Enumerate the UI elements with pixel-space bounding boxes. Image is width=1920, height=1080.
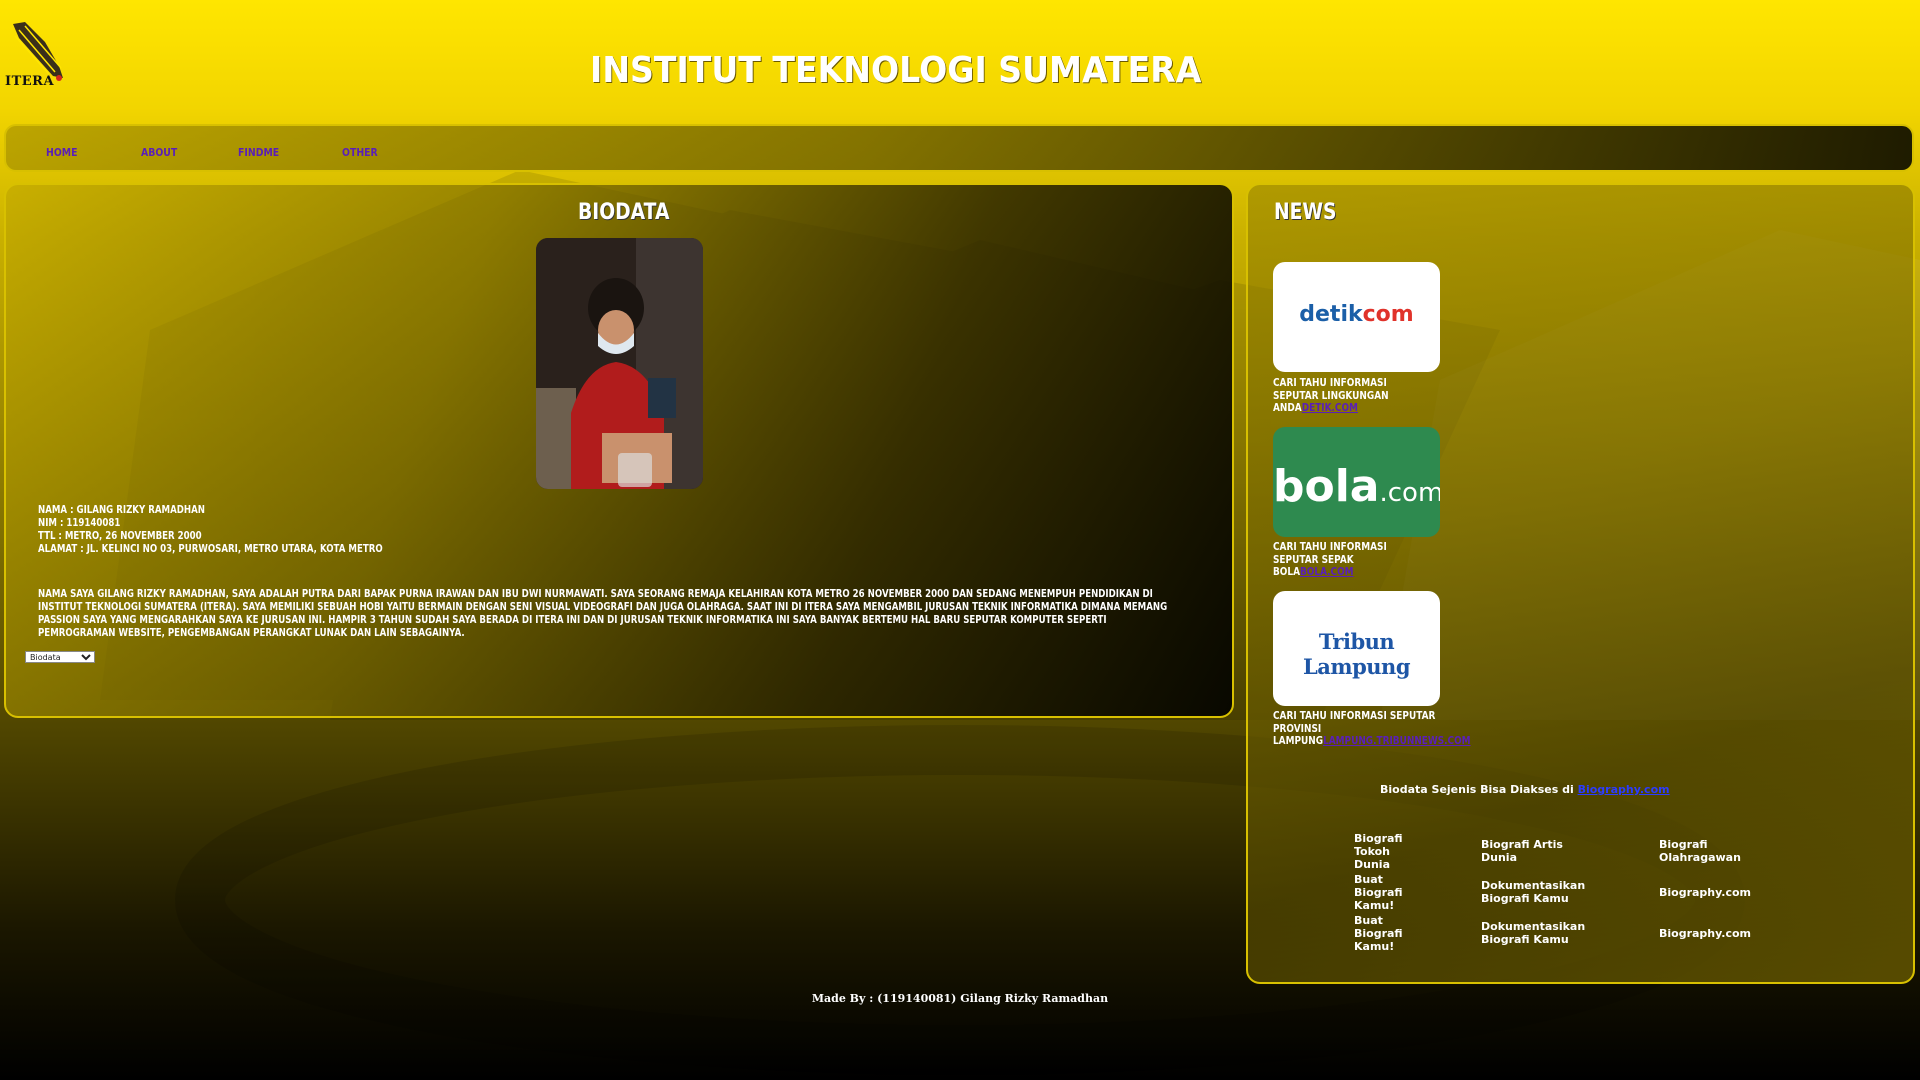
detik-logo-main: detik	[1299, 302, 1363, 327]
link-biography-com-1[interactable]: Biography.com	[1659, 886, 1779, 899]
tribun-link[interactable]: LAMPUNG.TRIBUNNEWS.COM	[1323, 735, 1471, 747]
biodata-heading: BIODATA	[578, 200, 670, 225]
sejenis-note: Biodata Sejenis Bisa Diakses di Biograph…	[1380, 783, 1670, 796]
link-dokumentasikan-biografi-2[interactable]: Dokumentasikan Biografi Kamu	[1481, 920, 1591, 946]
link-buat-biografi-2[interactable]: Buat Biografi Kamu!	[1354, 914, 1414, 953]
logo-text: ITERA	[5, 74, 55, 89]
site-title: INSTITUT TEKNOLOGI SUMATERA	[590, 50, 1202, 91]
bio-address: ALAMAT : JL. KELINCI NO 03, PURWOSARI, M…	[38, 543, 383, 555]
link-dokumentasikan-biografi-1[interactable]: Dokumentasikan Biografi Kamu	[1481, 879, 1591, 905]
link-biografi-tokoh-dunia[interactable]: Biografi Tokoh Dunia	[1354, 832, 1414, 871]
bola-logo-card[interactable]: bola.com	[1273, 427, 1440, 537]
profile-photo	[536, 238, 703, 489]
bio-nim: NIM : 119140081	[38, 517, 121, 529]
nav-home[interactable]: HOME	[46, 146, 77, 159]
main-navbar: HOME ABOUT FINDME OTHER	[4, 124, 1914, 172]
nav-about[interactable]: ABOUT	[141, 146, 177, 159]
bio-ttl: TTL : METRO, 26 NOVEMBER 2000	[38, 530, 202, 542]
site-header: ITERA INSTITUT TEKNOLOGI SUMATERA	[0, 0, 1920, 120]
bio-paragraph: NAMA SAYA GILANG RIZKY RAMADHAN, SAYA AD…	[38, 588, 1168, 639]
detik-logo-card[interactable]: detikcom	[1273, 262, 1440, 372]
sejenis-link[interactable]: Biography.com	[1578, 783, 1670, 796]
bio-name: NAMA : GILANG RIZKY RAMADHAN	[38, 504, 205, 516]
bola-link[interactable]: BOLA.COM	[1300, 566, 1354, 578]
link-biografi-artis-dunia[interactable]: Biografi Artis Dunia	[1481, 838, 1581, 864]
sejenis-text: Biodata Sejenis Bisa Diakses di	[1380, 783, 1578, 796]
tribun-caption: CARI TAHU INFORMASI SEPUTAR PROVINSI LAM…	[1273, 710, 1477, 748]
bola-caption: CARI TAHU INFORMASI SEPUTAR SEPAK BOLABO…	[1273, 541, 1426, 579]
news-heading: NEWS	[1274, 200, 1337, 225]
link-biography-com-2[interactable]: Biography.com	[1659, 927, 1779, 940]
nav-findme[interactable]: FINDME	[238, 146, 279, 159]
tribun-logo-card[interactable]: Tribun Lampung	[1273, 591, 1440, 706]
bola-logo-accent: .com	[1379, 478, 1441, 508]
detik-link[interactable]: DETIK.COM	[1302, 402, 1358, 414]
nav-other[interactable]: OTHER	[342, 146, 378, 159]
footer-credit: Made By : (119140081) Gilang Rizky Ramad…	[811, 992, 1109, 1005]
detik-caption: CARI TAHU INFORMASI SEPUTAR LINGKUNGAN A…	[1273, 377, 1426, 415]
biodata-select[interactable]: Biodata	[25, 651, 95, 663]
bola-logo-main: bola	[1273, 461, 1380, 512]
link-biografi-olahragawan[interactable]: Biografi Olahragawan	[1659, 838, 1759, 864]
detik-logo-accent: com	[1362, 302, 1414, 327]
tribun-logo-text: Tribun Lampung	[1303, 629, 1411, 679]
link-buat-biografi-1[interactable]: Buat Biografi Kamu!	[1354, 873, 1414, 912]
